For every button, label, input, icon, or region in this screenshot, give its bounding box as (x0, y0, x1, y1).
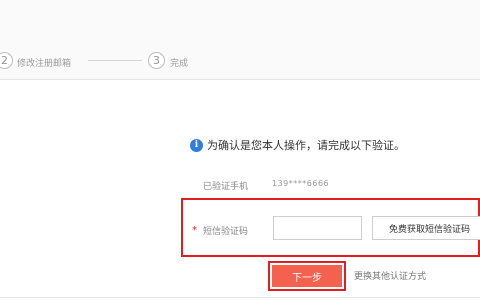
step-3-number: 3 (148, 52, 165, 69)
verified-phone-value: 139****6666 (272, 179, 330, 188)
step-connector-line (88, 60, 142, 61)
get-sms-code-button[interactable]: 免费获取短信验证码 (372, 216, 480, 240)
step-2-label: 修改注册邮箱 (17, 59, 72, 69)
step-3-label: 完成 (170, 59, 189, 69)
bottom-divider (0, 297, 480, 298)
change-verification-method-link[interactable]: 更换其他认证方式 (354, 269, 426, 282)
top-steps-area: 2 修改注册邮箱 3 完成 (0, 0, 480, 80)
verification-tip: i 为确认是您本人操作，请完成以下验证。 (190, 137, 405, 153)
step-2-number: 2 (0, 52, 13, 69)
verification-tip-text: 为确认是您本人操作，请完成以下验证。 (207, 139, 405, 152)
required-mark: * (192, 225, 197, 236)
next-step-button[interactable]: 下一步 (272, 265, 342, 287)
verified-phone-label: 已验证手机 (203, 182, 249, 192)
sms-code-label: 短信验证码 (203, 227, 249, 237)
info-icon: i (190, 138, 203, 152)
sms-code-input[interactable] (273, 216, 362, 240)
